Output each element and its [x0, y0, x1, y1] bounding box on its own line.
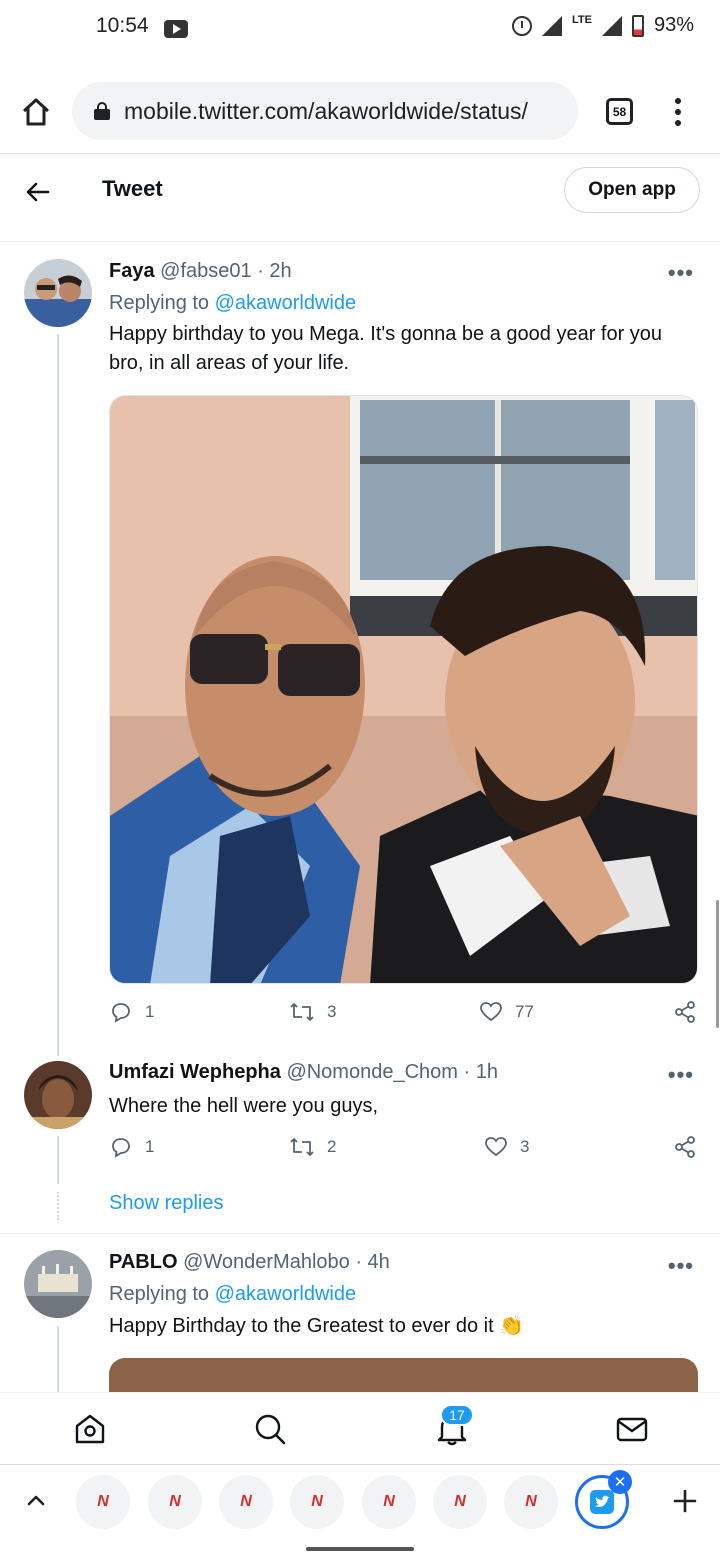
- tweet-meta: Faya @fabse01 · 2h: [109, 260, 292, 283]
- divider: [0, 1233, 720, 1234]
- replying-prefix: Replying to: [109, 292, 210, 314]
- tweet-time[interactable]: · 1h: [464, 1061, 498, 1083]
- heart-icon: [485, 1137, 507, 1157]
- thread-line: [57, 1326, 59, 1392]
- retweet-icon: [290, 1003, 314, 1021]
- status-bar: 10:54 LTE 93%: [0, 0, 720, 62]
- user-name[interactable]: Umfazi Wephepha: [109, 1061, 281, 1083]
- more-options-icon[interactable]: •••: [668, 1253, 694, 1279]
- tweet-photo[interactable]: [109, 395, 698, 984]
- mention-link[interactable]: @akaworldwide: [215, 292, 356, 314]
- tweet-time[interactable]: · 4h: [355, 1251, 389, 1273]
- like-button[interactable]: 3: [484, 1135, 529, 1159]
- tweet-time[interactable]: · 2h: [257, 260, 291, 282]
- user-handle[interactable]: @Nomonde_Chom: [286, 1061, 458, 1083]
- retweet-count: 3: [327, 1002, 337, 1021]
- user-name[interactable]: Faya: [109, 260, 155, 282]
- reply-button[interactable]: 1: [109, 1000, 154, 1024]
- scrollbar[interactable]: [716, 900, 719, 1028]
- tweet-header: Tweet Open app: [0, 154, 720, 242]
- like-count: 3: [520, 1137, 530, 1156]
- page-title: Tweet: [102, 176, 163, 201]
- avatar[interactable]: [24, 1250, 92, 1318]
- share-button[interactable]: [673, 1000, 709, 1024]
- status-time: 10:54: [96, 14, 149, 37]
- heart-icon: [480, 1002, 502, 1022]
- tweet-actions: 1 2 3: [109, 1135, 699, 1165]
- retweet-button[interactable]: 2: [289, 1135, 336, 1159]
- notification-badge: 17: [440, 1404, 474, 1426]
- reply-count: 1: [145, 1137, 155, 1156]
- bubble-tab[interactable]: N: [362, 1475, 416, 1529]
- like-count: 77: [515, 1002, 534, 1021]
- network-type: LTE: [572, 13, 592, 26]
- user-handle[interactable]: @fabse01: [160, 260, 251, 282]
- reply-icon: [112, 1138, 130, 1158]
- address-bar[interactable]: mobile.twitter.com/akaworldwide/status/: [72, 82, 578, 140]
- gesture-bar[interactable]: [306, 1547, 414, 1551]
- home-nav-icon[interactable]: [72, 1411, 108, 1447]
- search-nav-icon[interactable]: [252, 1411, 288, 1447]
- show-replies-link[interactable]: Show replies: [109, 1192, 224, 1215]
- status-icons: LTE 93%: [512, 14, 694, 37]
- alarm-icon: [512, 15, 532, 36]
- replying-prefix: Replying to: [109, 1283, 210, 1305]
- tweet-meta: PABLO @WonderMahlobo · 4h: [109, 1251, 390, 1274]
- share-icon: [675, 1001, 695, 1023]
- close-bubble-icon[interactable]: ✕: [608, 1470, 632, 1494]
- plus-icon[interactable]: [672, 1488, 698, 1514]
- signal-icon: [542, 15, 562, 36]
- bubble-tab[interactable]: N: [148, 1475, 202, 1529]
- bubble-tab[interactable]: N: [76, 1475, 130, 1529]
- reply-count: 1: [145, 1002, 155, 1021]
- tweet-actions: 1 3 77: [109, 1000, 699, 1030]
- reply-icon: [112, 1003, 130, 1023]
- retweet-button[interactable]: 3: [289, 1000, 336, 1024]
- tweet-text: Where the hell were you guys,: [109, 1095, 379, 1117]
- user-handle[interactable]: @WonderMahlobo: [183, 1251, 350, 1273]
- share-icon: [675, 1136, 695, 1158]
- back-arrow-icon[interactable]: [24, 178, 52, 206]
- bubble-tab[interactable]: N: [433, 1475, 487, 1529]
- battery-level: 93%: [653, 14, 694, 36]
- bubble-tab[interactable]: N: [290, 1475, 344, 1529]
- tweet-text: Happy Birthday to the Greatest to ever d…: [109, 1315, 525, 1337]
- more-options-icon[interactable]: •••: [668, 260, 694, 286]
- url-text: mobile.twitter.com/akaworldwide/status/: [124, 97, 528, 124]
- browser-menu-icon[interactable]: [672, 98, 684, 126]
- chevron-up-icon[interactable]: [24, 1488, 48, 1512]
- home-icon[interactable]: [20, 96, 52, 128]
- lock-icon: [94, 102, 110, 120]
- youtube-notification-icon: [164, 20, 188, 38]
- mention-link[interactable]: @akaworldwide: [215, 1283, 356, 1305]
- bubble-tab[interactable]: N: [504, 1475, 558, 1529]
- battery-icon: [631, 14, 644, 37]
- reply-button[interactable]: 1: [109, 1135, 154, 1159]
- twitter-icon: [590, 1490, 614, 1514]
- twitter-bottom-nav: [0, 1392, 720, 1464]
- replying-to: Replying to @akaworldwide: [109, 292, 356, 315]
- open-app-button[interactable]: Open app: [564, 167, 700, 213]
- thread-line: [57, 1136, 59, 1184]
- tab-switcher-button[interactable]: 58: [606, 98, 633, 125]
- user-name[interactable]: PABLO: [109, 1251, 178, 1273]
- retweet-count: 2: [327, 1137, 337, 1156]
- tweet-text: Happy birthday to you Mega. It's gonna b…: [109, 323, 663, 374]
- more-options-icon[interactable]: •••: [668, 1062, 694, 1088]
- share-button[interactable]: [673, 1135, 709, 1159]
- like-button[interactable]: 77: [479, 1000, 534, 1024]
- avatar[interactable]: [24, 1061, 92, 1129]
- thread-dotted-line: [57, 1192, 59, 1220]
- signal-icon-2: [601, 15, 622, 36]
- replying-to: Replying to @akaworldwide: [109, 1283, 356, 1306]
- bubble-tab[interactable]: N: [219, 1475, 273, 1529]
- thread-line: [57, 334, 59, 1056]
- tweet-meta: Umfazi Wephepha @Nomonde_Chom · 1h: [109, 1061, 498, 1084]
- retweet-icon: [290, 1138, 314, 1156]
- messages-nav-icon[interactable]: [614, 1411, 650, 1447]
- browser-toolbar: mobile.twitter.com/akaworldwide/status/ …: [0, 82, 720, 142]
- avatar[interactable]: [24, 259, 92, 327]
